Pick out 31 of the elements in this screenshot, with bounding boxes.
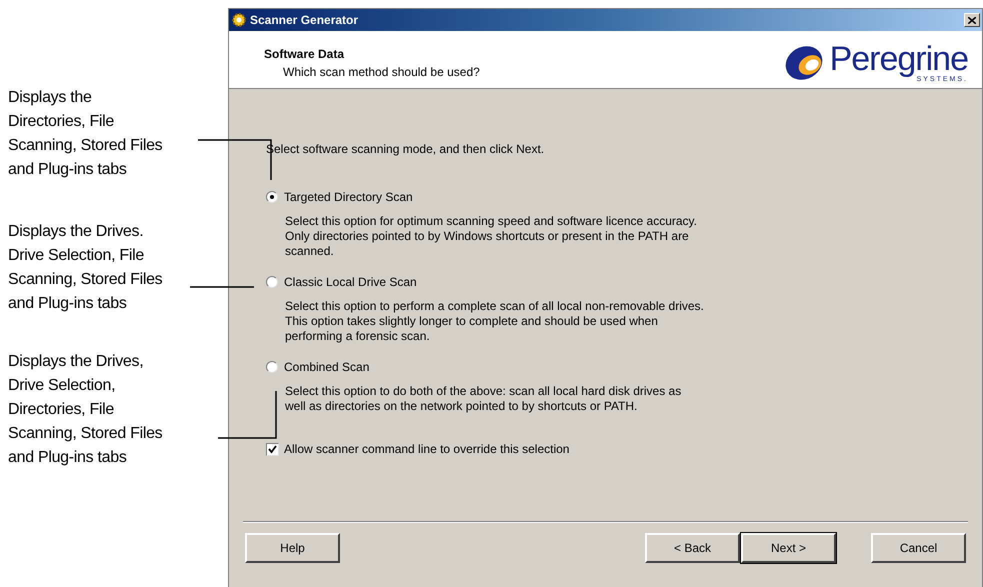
- radio-label: Targeted Directory Scan: [284, 189, 413, 206]
- page-title: Software Data: [264, 46, 346, 63]
- checkbox[interactable]: [266, 442, 279, 456]
- radio-option[interactable]: Combined Scan: [266, 358, 982, 376]
- cancel-button[interactable]: Cancel: [871, 533, 966, 563]
- close-button[interactable]: [964, 13, 980, 27]
- back-button[interactable]: < Back: [645, 533, 740, 563]
- override-checkbox-row[interactable]: Allow scanner command line to override this selection: [266, 440, 982, 458]
- radio-button[interactable]: [266, 361, 278, 373]
- logo-wordmark: Peregrine: [830, 42, 968, 76]
- next-button[interactable]: Next >: [741, 533, 836, 563]
- close-icon: [968, 16, 976, 24]
- option-description: Select this option for optimum scanning speed and software licence accuracy. Only directories pointed to by Windows shortcuts or present in the PATH are scanned.: [285, 214, 698, 259]
- callout-text: Displays the Drives, Drive Selection, Directories, File Scanning, Stored Files and Plug-ins tabs: [8, 352, 162, 468]
- radio-option[interactable]: Targeted Directory Scan: [266, 188, 982, 206]
- window-title: Scanner Generator: [250, 12, 358, 29]
- callout-text: Displays the Directories, File Scanning, Stored Files and Plug-ins tabs: [8, 88, 162, 180]
- option-description: Select this option to perform a complete scan of all local non-removable drives. This option takes slightly longer to complete and should be used when performing a forensic scan.: [285, 299, 705, 344]
- leader-line: [190, 286, 254, 288]
- help-button[interactable]: Help: [245, 533, 340, 563]
- radio-option[interactable]: Classic Local Drive Scan: [266, 273, 982, 291]
- radio-button[interactable]: [266, 276, 278, 288]
- leader-line: [218, 391, 277, 439]
- checkbox-label: Allow scanner command line to override this selection: [284, 441, 570, 458]
- radio-label: Combined Scan: [284, 359, 370, 376]
- page-subtitle: Which scan method should be used?: [283, 64, 480, 81]
- radio-button[interactable]: [266, 191, 278, 203]
- option-description: Select this option to do both of the above: scan all local hard disk drives as well as directories on the network pointed to by shortcuts or PATH.: [285, 384, 682, 414]
- callout-text: Displays the Drives. Drive Selection, File Scanning, Stored Files and Plug-ins tabs: [8, 222, 162, 314]
- gear-icon: [231, 12, 247, 28]
- radio-label: Classic Local Drive Scan: [284, 274, 417, 291]
